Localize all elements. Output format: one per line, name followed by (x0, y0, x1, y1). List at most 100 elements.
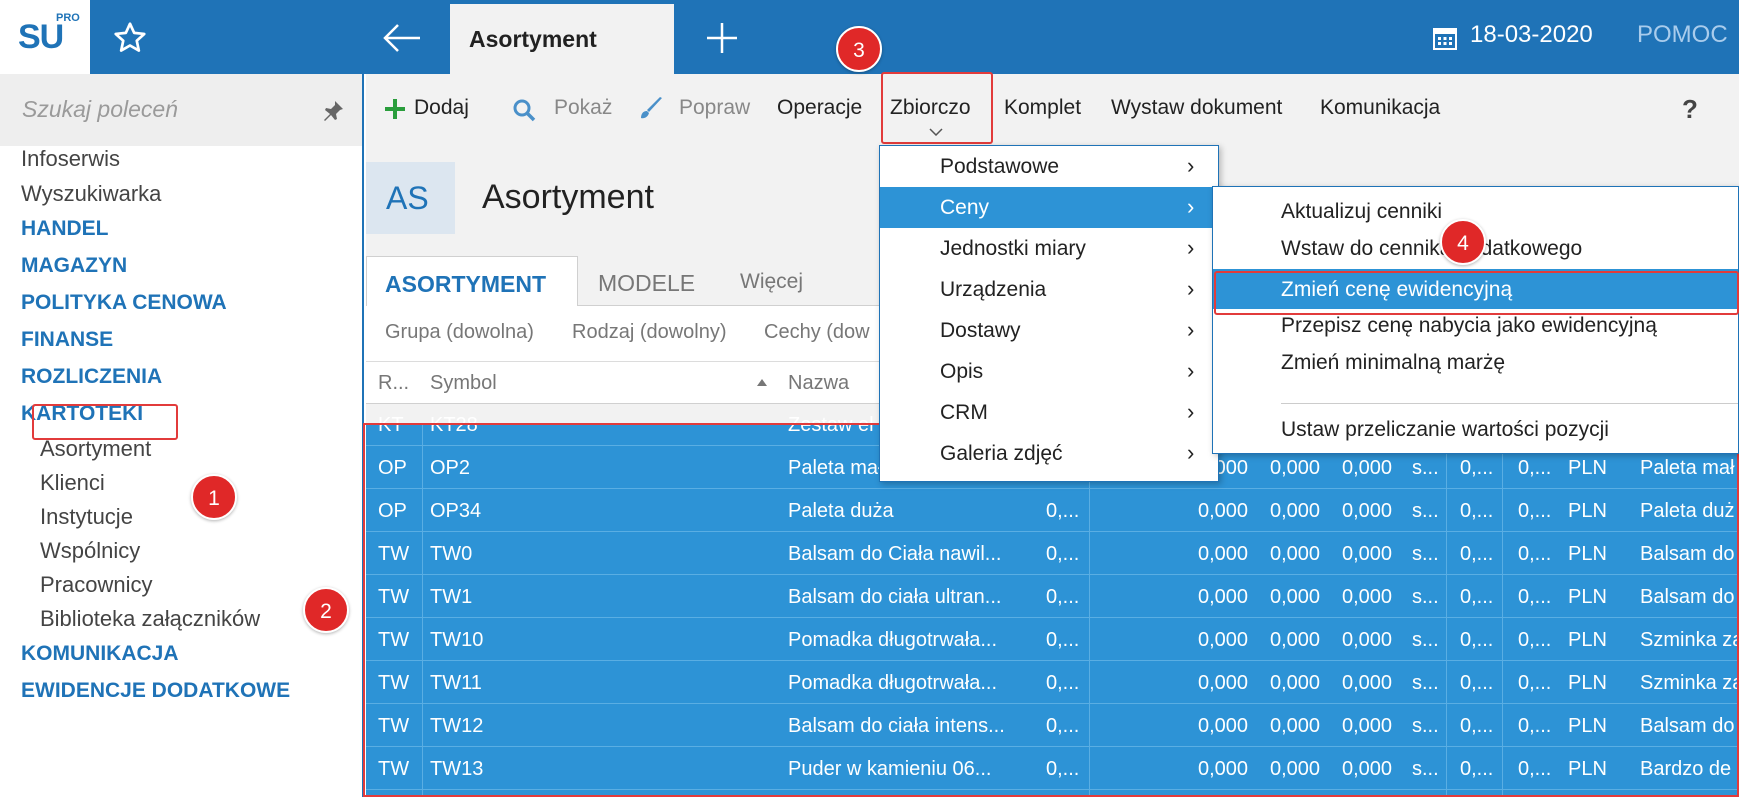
sidebar-section-finanse[interactable]: FINANSE (21, 328, 113, 352)
cell-a: 0,... (1460, 586, 1494, 608)
sidebar-item-wyszukiwarka[interactable]: Wyszukiwarka (21, 181, 161, 207)
cell-desc: Bardzo de (1640, 758, 1732, 780)
chevron-right-icon: › (1187, 194, 1195, 219)
table-row[interactable]: TW TW11 Pomadka długotrwała... 0,... 0,000 0,… (366, 662, 1739, 704)
menu-item[interactable]: Opis › (880, 351, 1218, 392)
table-row[interactable]: TW TW10 Pomadka długotrwała... 0,... 0,000 0,… (366, 619, 1739, 661)
sidebar-item-instytucje[interactable]: Instytucje (40, 504, 133, 530)
chevron-right-icon: › (1187, 317, 1195, 342)
cell-symbol: TW12 (430, 715, 484, 737)
show-button[interactable]: Pokaż (554, 96, 612, 120)
cell-b: 0,... (1518, 758, 1552, 780)
cell-name: Paleta duża (788, 500, 894, 522)
menu-item[interactable]: Galeria zdjęć › (880, 433, 1218, 474)
module-badge: AS (366, 162, 455, 234)
cell-s: s... (1412, 715, 1439, 737)
submenu-item[interactable]: Przepisz cenę nabycia jako ewidencyjną (1213, 305, 1738, 345)
submenu-item-label: Wstaw do cennika dodatkowego (1281, 237, 1583, 260)
filter-group[interactable]: Grupa (dowolna) (385, 321, 534, 344)
menu-item[interactable]: Ceny › (880, 187, 1218, 228)
filter-kind[interactable]: Rodzaj (dowolny) (572, 321, 727, 344)
cell-v2: 0,000 (1270, 586, 1321, 608)
tab-models[interactable]: MODELE (598, 270, 695, 297)
cell-v3: 0,000 (1342, 543, 1393, 565)
star-icon[interactable] (112, 20, 148, 56)
tab-more[interactable]: Więcej (740, 270, 803, 294)
step-badge-1: 1 (191, 474, 237, 520)
filter-features[interactable]: Cechy (dow (764, 321, 870, 344)
sidebar-section-polityka-cenowa[interactable]: POLITYKA CENOWA (21, 291, 227, 315)
tab-assortment[interactable]: ASORTYMENT (366, 256, 578, 306)
menu-item[interactable]: CRM › (880, 392, 1218, 433)
help-link[interactable]: POMOC (1637, 21, 1728, 49)
operations-button[interactable]: Operacje (777, 96, 862, 120)
pin-icon[interactable] (320, 98, 346, 124)
set-button[interactable]: Komplet (1004, 96, 1081, 120)
column-header-name[interactable]: Nazwa (788, 372, 849, 395)
issue-document-button[interactable]: Wystaw dokument (1111, 96, 1282, 120)
column-header-r[interactable]: R... (378, 372, 409, 395)
sidebar-section-ewidencje[interactable]: EWIDENCJE DODATKOWE (21, 679, 290, 703)
sidebar-item-wspolnicy[interactable]: Wspólnicy (40, 538, 140, 564)
chevron-right-icon: › (1187, 440, 1195, 465)
sidebar-item-infoserwis[interactable]: Infoserwis (21, 146, 120, 172)
menu-item[interactable]: Dostawy › (880, 310, 1218, 351)
cell-v2: 0,000 (1270, 629, 1321, 651)
submenu-item[interactable]: Zmień minimalną marżę (1213, 342, 1738, 382)
submenu-item-label: Aktualizuj cenniki (1281, 200, 1443, 223)
cell-desc: Paleta mał (1640, 457, 1735, 479)
current-date[interactable]: 18-03-2020 (1470, 21, 1593, 49)
table-row[interactable]: TW TW13 Puder w kamieniu 06... 0,... 0,000 0,… (366, 748, 1739, 790)
help-button[interactable]: ? (1682, 94, 1698, 125)
cell-name: Paleta mała (788, 457, 894, 479)
page-title: Asortyment (482, 178, 654, 216)
column-header-symbol[interactable]: Symbol (430, 372, 497, 395)
sidebar-section-komunikacja[interactable]: KOMUNIKACJA (21, 642, 179, 666)
cell-symbol: OP34 (430, 500, 482, 522)
cell-s: s... (1412, 500, 1439, 522)
app-logo[interactable]: SU PRO (0, 0, 90, 74)
step-badge-2: 2 (303, 587, 349, 633)
submenu-item[interactable]: Ustaw przeliczanie wartości pozycji (1213, 409, 1738, 449)
table-row[interactable]: TW TW0 Balsam do Ciała nawil... 0,... 0,000 0… (366, 533, 1739, 575)
cell-symbol: TW13 (430, 758, 484, 780)
module-badge-text: AS (386, 180, 429, 216)
menu-item[interactable]: Jednostki miary › (880, 228, 1218, 269)
cell-v3: 0,000 (1342, 758, 1393, 780)
communication-button[interactable]: Komunikacja (1320, 96, 1440, 120)
cell-q: 0,... (1046, 543, 1080, 565)
cell-name: Balsam do ciała intens... (788, 715, 1005, 737)
menu-item-label: Opis (940, 360, 984, 383)
table-row[interactable]: TW TW12 Balsam do ciała intens... 0,... 0,00… (366, 705, 1739, 747)
back-arrow-icon[interactable] (380, 18, 424, 58)
cell-desc: Balsam do (1640, 586, 1735, 608)
cell-r: TW (378, 629, 410, 651)
cell-a: 0,... (1460, 715, 1494, 737)
cell-symbol: TW0 (430, 543, 473, 565)
edit-button[interactable]: Popraw (679, 96, 750, 120)
sidebar-section-magazyn[interactable]: MAGAZYN (21, 254, 127, 278)
table-row[interactable]: TW TW1 Balsam do ciała ultran... 0,... 0,000… (366, 576, 1739, 618)
sidebar-item-pracownicy[interactable]: Pracownicy (40, 572, 152, 598)
cell-desc: Balsam do (1640, 715, 1735, 737)
cell-v2: 0,000 (1270, 715, 1321, 737)
menu-item[interactable]: Urządzenia › (880, 269, 1218, 310)
cell-name: Balsam do ciała ultran... (788, 586, 1002, 608)
sidebar-item-biblioteka[interactable]: Biblioteka załączników (40, 606, 260, 632)
cell-name: Puder w kamieniu 06... (788, 758, 992, 780)
cell-symbol: TW1 (430, 586, 473, 608)
sidebar-section-handel[interactable]: HANDEL (21, 217, 109, 241)
add-button[interactable]: Dodaj (414, 96, 469, 120)
sidebar-item-klienci[interactable]: Klienci (40, 470, 105, 496)
menu-item[interactable]: Podstawowe › (880, 146, 1218, 187)
cell-r: TW (378, 543, 410, 565)
cell-desc: Szminka za (1640, 629, 1739, 651)
cell-q: 0,... (1046, 500, 1080, 522)
command-search-input[interactable]: Szukaj poleceń (0, 74, 362, 146)
plus-icon[interactable] (700, 18, 744, 58)
tab-asortyment[interactable]: Asortyment (450, 4, 674, 74)
sidebar-section-rozliczenia[interactable]: ROZLICZENIA (21, 365, 162, 389)
cell-r: TW (378, 715, 410, 737)
table-row[interactable]: OP OP34 Paleta duża 0,... 0,000 0,000 0,000 s..… (366, 490, 1739, 532)
submenu-item[interactable]: Zmień cenę ewidencyjną (1213, 269, 1738, 309)
